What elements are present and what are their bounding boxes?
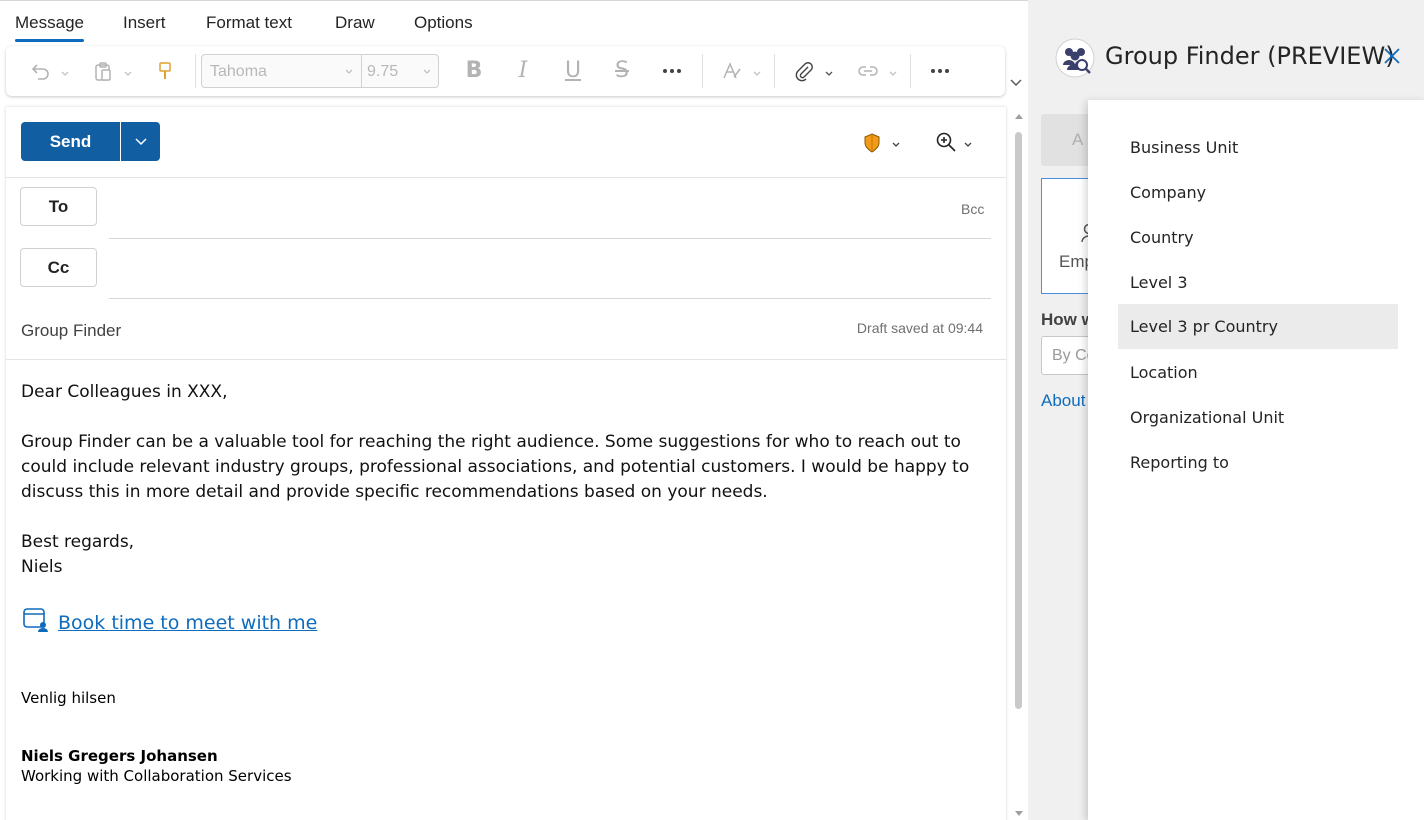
signature-title[interactable]: Working with Collaboration Services [21, 767, 292, 785]
format-painter-icon[interactable] [153, 59, 177, 83]
about-link[interactable]: About [1041, 391, 1085, 411]
italic-icon[interactable]: I [511, 58, 535, 83]
compose-pane: Send To Bcc Cc Group Finder Draft saved … [6, 107, 1006, 820]
font-size-value[interactable]: 9.75 [367, 63, 398, 81]
attach-icon[interactable] [792, 59, 816, 83]
font-name-value[interactable]: Tahoma [210, 63, 267, 81]
scroll-down-icon[interactable] [1014, 810, 1024, 818]
subject-divider [6, 359, 1006, 360]
body-line-1[interactable]: Group Finder can be a valuable tool for … [21, 430, 961, 455]
book-time-link[interactable]: Book time to meet with me [58, 612, 317, 634]
draft-status: Draft saved at 09:44 [856, 320, 983, 336]
sensitivity-shield-icon[interactable] [863, 133, 881, 158]
tab-draw[interactable]: Draw [335, 13, 375, 33]
formatting-toolbar: Tahoma 9.75 B I U S [6, 46, 1005, 96]
group-by-dropdown: Business Unit Company Country Level 3 Le… [1088, 100, 1424, 820]
tab-insert[interactable]: Insert [123, 13, 166, 33]
font-caret-icon[interactable] [344, 67, 354, 77]
to-field-line[interactable] [109, 238, 991, 239]
zoom-caret-icon[interactable] [963, 140, 973, 150]
undo-caret-icon[interactable] [60, 66, 70, 76]
group-finder-logo-icon [1055, 38, 1095, 78]
dropdown-option-organizational-unit[interactable]: Organizational Unit [1118, 395, 1398, 440]
subject-field[interactable]: Group Finder [21, 321, 121, 341]
signature-greeting[interactable]: Venlig hilsen [21, 689, 116, 707]
dropdown-option-location[interactable]: Location [1118, 350, 1398, 395]
ribbon-collapse-icon[interactable] [1009, 76, 1023, 90]
dropdown-option-reporting-to[interactable]: Reporting to [1118, 440, 1398, 485]
scroll-up-icon[interactable] [1014, 112, 1024, 120]
bold-icon[interactable]: B [462, 58, 486, 83]
panel-action-label: A [1072, 130, 1084, 149]
signature-name[interactable]: Niels Gregers Johansen [21, 747, 218, 765]
chevron-down-icon [134, 137, 147, 145]
panel-title: Group Finder (PREVIEW) [1105, 42, 1395, 70]
to-button[interactable]: To [20, 187, 97, 226]
booking-calendar-icon [22, 606, 50, 639]
bcc-button[interactable]: Bcc [961, 201, 984, 217]
dropdown-option-country[interactable]: Country [1118, 215, 1398, 260]
strikethrough-icon[interactable]: S [610, 58, 634, 83]
link-caret-icon[interactable] [888, 66, 898, 76]
closing-text[interactable]: Best regards, [21, 530, 134, 555]
paste-caret-icon[interactable] [123, 66, 133, 76]
tab-format-text[interactable]: Format text [206, 13, 292, 33]
toolbar-divider [910, 54, 911, 88]
dropdown-option-company[interactable]: Company [1118, 170, 1398, 215]
styles-caret-icon[interactable] [752, 66, 762, 76]
greeting-text[interactable]: Dear Colleagues in XXX, [21, 380, 227, 405]
dropdown-option-level-3[interactable]: Level 3 [1118, 260, 1398, 305]
underline-icon[interactable]: U [561, 58, 585, 83]
panel-question-label: How w [1041, 310, 1095, 329]
font-divider [361, 55, 362, 87]
header-divider [6, 177, 1006, 178]
tab-message[interactable]: Message [15, 13, 84, 42]
send-button[interactable]: Send [21, 122, 120, 161]
undo-icon[interactable] [28, 59, 52, 83]
body-line-3[interactable]: discuss this in more detail and provide … [21, 480, 768, 505]
font-picker[interactable]: Tahoma 9.75 [201, 54, 439, 88]
attach-caret-icon[interactable] [824, 66, 834, 76]
more-formatting-icon[interactable] [660, 59, 684, 83]
toolbar-divider [195, 54, 196, 88]
close-icon[interactable] [1382, 46, 1404, 68]
tab-options[interactable]: Options [414, 13, 473, 33]
styles-icon[interactable] [720, 59, 744, 83]
compose-scrollbar-thumb[interactable] [1015, 132, 1022, 709]
body-line-2[interactable]: could include relevant industry groups, … [21, 455, 969, 480]
toolbar-divider [774, 54, 775, 88]
dropdown-option-level-3-pr-country[interactable]: Level 3 pr Country [1118, 304, 1398, 349]
link-icon[interactable] [856, 59, 880, 83]
sensitivity-caret-icon[interactable] [891, 140, 901, 150]
dropdown-option-business-unit[interactable]: Business Unit [1118, 125, 1398, 170]
cc-field-line[interactable] [109, 298, 991, 299]
toolbar-divider [702, 54, 703, 88]
send-options-button[interactable] [121, 122, 160, 161]
paste-icon[interactable] [91, 59, 115, 83]
ribbon-tabs: Message Insert Format text Draw Options [0, 0, 1028, 44]
more-options-icon[interactable] [928, 59, 952, 83]
cc-button[interactable]: Cc [20, 248, 97, 287]
font-size-caret-icon[interactable] [422, 67, 432, 77]
sender-name-text[interactable]: Niels [21, 555, 62, 580]
zoom-icon[interactable] [935, 131, 957, 158]
